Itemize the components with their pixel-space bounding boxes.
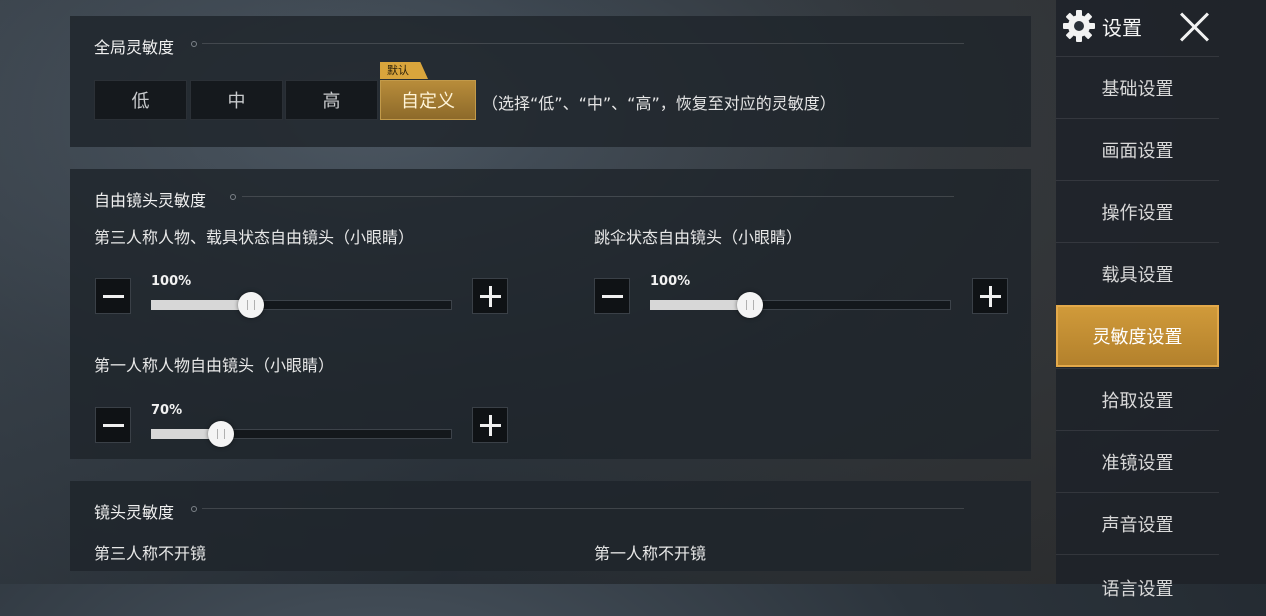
camera-sensitivity-panel: 镜头灵敏度	[70, 481, 1031, 571]
parachute-plus-button[interactable]	[972, 278, 1008, 314]
slider-fill	[650, 300, 751, 310]
section-title-global: 全局灵敏度	[94, 38, 175, 57]
close-icon[interactable]	[1177, 10, 1211, 44]
sidebar-item-label: 操作设置	[1101, 202, 1174, 224]
sidebar-item-label: 载具设置	[1101, 264, 1174, 286]
segment-label: 自定义	[401, 91, 455, 112]
sidebar-item-vehicle[interactable]: 载具设置	[1056, 242, 1219, 304]
third-person-minus-button[interactable]	[95, 278, 131, 314]
sidebar-item-pickup[interactable]: 拾取设置	[1056, 368, 1219, 430]
sidebar-item-label: 准镜设置	[1101, 452, 1174, 474]
sidebar-item-label: 画面设置	[1101, 140, 1174, 162]
segment-label: 低	[131, 91, 150, 112]
title-divider	[242, 196, 954, 197]
free-look-panel: 自由镜头灵敏度	[70, 169, 1031, 459]
segment-low[interactable]: 低	[94, 80, 187, 120]
title-divider	[202, 508, 964, 509]
sidebar-item-scope[interactable]: 准镜设置	[1056, 430, 1219, 492]
slider-value-label: 70%	[151, 403, 183, 418]
segment-hint: （选择“低”、“中”、“高”，恢复至对应的灵敏度）	[482, 94, 836, 113]
third-person-plus-button[interactable]	[472, 278, 508, 314]
third-person-no-scope-label: 第三人称不开镜	[94, 544, 207, 563]
sidebar-item-controls[interactable]: 操作设置	[1056, 180, 1219, 242]
slider-value-label: 100%	[151, 274, 192, 289]
parachute-free-look-label: 跳伞状态自由镜头（小眼睛）	[594, 228, 803, 247]
sidebar-item-label: 拾取设置	[1101, 390, 1174, 412]
settings-header: 设置	[1062, 8, 1142, 44]
segment-label: 高	[322, 91, 341, 112]
default-tag: 默认	[380, 62, 428, 79]
title-divider	[202, 43, 964, 44]
section-title-free-look: 自由镜头灵敏度	[94, 191, 207, 210]
third-person-free-look-label: 第三人称人物、载具状态自由镜头（小眼睛）	[94, 228, 415, 247]
slider-fill	[151, 300, 252, 310]
slider-value-label: 100%	[650, 274, 691, 289]
first-person-no-scope-label: 第一人称不开镜	[594, 544, 707, 563]
segment-high[interactable]: 高	[285, 80, 378, 120]
sidebar-item-audio[interactable]: 声音设置	[1056, 492, 1219, 554]
sidebar-item-label: 基础设置	[1101, 78, 1174, 100]
sidebar-item-graphics[interactable]: 画面设置	[1056, 118, 1219, 180]
first-person-free-look-label: 第一人称人物自由镜头（小眼睛）	[94, 356, 335, 375]
sidebar-item-label: 声音设置	[1101, 514, 1174, 536]
gear-icon	[1063, 10, 1095, 42]
sidebar-item-label: 灵敏度设置	[1092, 327, 1183, 348]
first-person-plus-button[interactable]	[472, 407, 508, 443]
section-title-camera: 镜头灵敏度	[94, 503, 175, 522]
sidebar-item-language[interactable]: 语言设置	[1056, 554, 1219, 616]
first-person-minus-button[interactable]	[95, 407, 131, 443]
segment-custom[interactable]: 自定义	[380, 80, 476, 120]
settings-title: 设置	[1102, 15, 1142, 40]
sidebar-item-basic[interactable]: 基础设置	[1056, 56, 1219, 118]
title-diamond-icon	[191, 506, 197, 512]
sidebar-item-label: 语言设置	[1101, 579, 1174, 600]
sidebar-item-sensitivity[interactable]: 灵敏度设置	[1056, 305, 1219, 367]
segment-label: 中	[227, 91, 246, 112]
title-diamond-icon	[230, 194, 236, 200]
title-diamond-icon	[191, 41, 197, 47]
parachute-minus-button[interactable]	[594, 278, 630, 314]
segment-medium[interactable]: 中	[190, 80, 283, 120]
